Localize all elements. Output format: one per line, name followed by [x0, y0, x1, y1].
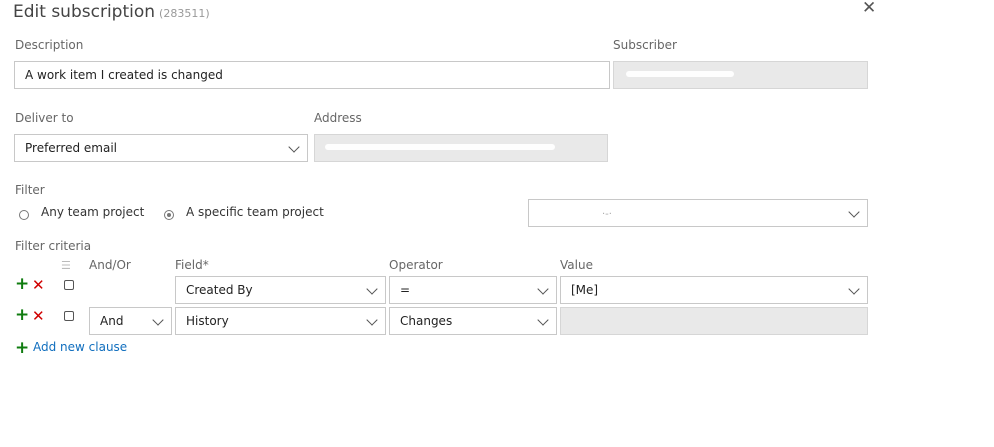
- row-1-field-select[interactable]: Created By: [175, 276, 386, 304]
- row-2-andor-value: And: [100, 314, 124, 328]
- dialog-title-text: Edit subscription: [13, 2, 156, 22]
- filter-label: Filter: [15, 183, 45, 197]
- filter-criteria-label: Filter criteria: [15, 239, 92, 253]
- row-1-operator-value: =: [400, 283, 411, 297]
- remove-clause-row-1-icon[interactable]: ✕: [32, 278, 45, 293]
- address-label: Address: [314, 111, 362, 125]
- column-header-andor: And/Or: [89, 258, 131, 272]
- description-input[interactable]: A work item I created is changed: [14, 61, 610, 89]
- subscriber-field: [613, 61, 868, 89]
- row-2-operator-value: Changes: [400, 314, 453, 328]
- row-1-value-select[interactable]: [Me]: [560, 276, 868, 304]
- chevron-down-icon: [288, 141, 300, 153]
- radio-any-team-project[interactable]: [19, 210, 29, 220]
- group-clauses-icon[interactable]: ☰: [61, 259, 71, 272]
- chevron-down-icon: [848, 283, 860, 295]
- row-2-value-field: [560, 307, 868, 335]
- row-1-operator-select[interactable]: =: [389, 276, 557, 304]
- deliver-to-select[interactable]: Preferred email: [14, 134, 308, 162]
- add-new-clause-icon[interactable]: +: [15, 340, 29, 357]
- radio-specific-team-project-label[interactable]: A specific team project: [186, 205, 324, 219]
- radio-specific-team-project[interactable]: [164, 210, 174, 220]
- row-2-operator-select[interactable]: Changes: [389, 307, 557, 335]
- row-2-field-value: History: [186, 314, 229, 328]
- address-field: [314, 134, 608, 162]
- remove-clause-row-2-icon[interactable]: ✕: [32, 309, 45, 324]
- subscription-id: (283511): [159, 7, 210, 20]
- redacted-subscriber: [626, 71, 734, 77]
- redacted-team-project: ·-·: [602, 209, 612, 220]
- column-header-operator: Operator: [389, 258, 443, 272]
- column-header-value: Value: [560, 258, 593, 272]
- chevron-down-icon: [848, 206, 860, 218]
- row-2-andor-select[interactable]: And: [89, 307, 172, 335]
- chevron-down-icon: [537, 283, 549, 295]
- chevron-down-icon: [366, 283, 378, 295]
- description-value: A work item I created is changed: [25, 68, 223, 82]
- deliver-to-value: Preferred email: [25, 141, 117, 155]
- team-project-select[interactable]: ·-·: [528, 199, 868, 227]
- row-1-value: [Me]: [571, 283, 599, 297]
- row-2-checkbox[interactable]: [64, 311, 74, 321]
- radio-any-team-project-label[interactable]: Any team project: [41, 205, 144, 219]
- subscriber-label: Subscriber: [613, 38, 677, 52]
- row-1-checkbox[interactable]: [64, 280, 74, 290]
- row-1-field-value: Created By: [186, 283, 253, 297]
- add-clause-row-2-icon[interactable]: +: [15, 307, 29, 324]
- row-2-field-select[interactable]: History: [175, 307, 386, 335]
- dialog-title: Edit subscription (283511): [13, 2, 210, 22]
- description-label: Description: [15, 38, 84, 52]
- redacted-address: [325, 144, 555, 150]
- chevron-down-icon: [152, 314, 164, 326]
- add-clause-row-1-icon[interactable]: +: [15, 276, 29, 293]
- deliver-to-label: Deliver to: [15, 111, 74, 125]
- chevron-down-icon: [366, 314, 378, 326]
- column-header-field: Field*: [175, 258, 209, 272]
- add-new-clause-link[interactable]: Add new clause: [33, 340, 127, 354]
- chevron-down-icon: [537, 314, 549, 326]
- close-icon[interactable]: ✕: [862, 0, 876, 17]
